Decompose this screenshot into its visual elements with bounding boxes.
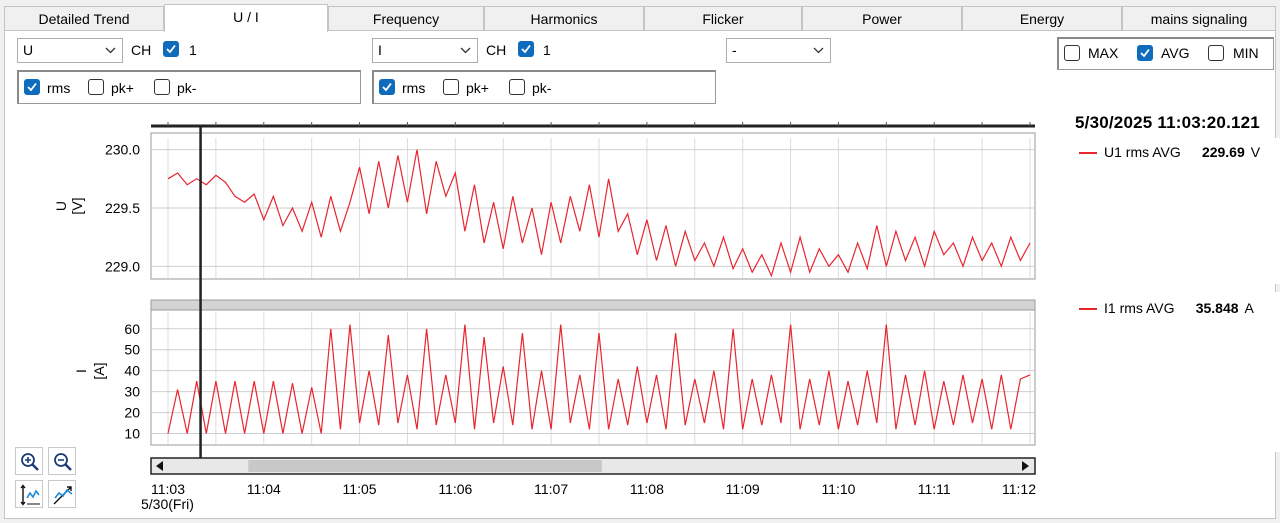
check-icon (1140, 48, 1150, 58)
x-tick-label: 11:10 (821, 481, 855, 497)
legend-value: 229.69 (1201, 144, 1245, 160)
voltage-axis-label-symbol: U (53, 201, 69, 211)
zoom-in-icon (21, 453, 39, 471)
y-tick-label: 229.0 (105, 258, 140, 274)
y-tick-label: 30 (124, 384, 140, 400)
legend-name: I1 rms AVG (1104, 300, 1175, 316)
voltage-y-ticks: 229.0 229.5 230.0 (105, 142, 140, 275)
x-tick-label: 11:12 (1002, 481, 1036, 497)
x-axis-ticks: 11:03 11:04 11:05 11:06 11:07 11:08 11:09 11:10… (151, 481, 1036, 497)
avg-checkbox[interactable] (1137, 45, 1153, 61)
max-label: MAX (1088, 45, 1119, 61)
voltage-legend: U1 rms AVG 229.69 V (1075, 138, 1280, 284)
current-y-ticks: 10 20 30 40 50 60 (124, 321, 140, 442)
legend-item-u1: U1 rms AVG 229.69 V (1079, 143, 1260, 161)
legend-name: U1 rms AVG (1104, 144, 1181, 160)
current-legend: I1 rms AVG 35.848 A (1075, 292, 1280, 452)
auto-scale-y-icon (20, 484, 40, 506)
tab-u-i[interactable]: U / I (164, 4, 328, 32)
zoom-out-icon (54, 453, 72, 471)
min-label: MIN (1233, 45, 1259, 61)
avg-label: AVG (1161, 45, 1190, 61)
trend-chart: 229.0 229.5 230.0 U [V] 10 20 30 40 50 60 I [A]… (53, 122, 1036, 512)
y-tick-label: 20 (124, 405, 140, 421)
zoom-in-button[interactable] (15, 447, 43, 475)
current-axis-label-symbol: I (73, 369, 89, 373)
y-tick-label: 10 (124, 426, 140, 442)
min-checkbox[interactable] (1208, 45, 1224, 61)
legend-unit: A (1244, 300, 1254, 316)
x-tick-label: 11:11 (918, 481, 951, 497)
y-tick-label: 230.0 (105, 142, 140, 158)
zoom-out-button[interactable] (48, 447, 76, 475)
x-axis-date-label: 5/30(Fri) (141, 496, 194, 512)
current-axis-label-unit: [A] (91, 362, 107, 379)
auto-scale-xy-button[interactable] (48, 480, 76, 508)
legend-unit: V (1250, 144, 1261, 160)
legend-swatch (1079, 152, 1097, 155)
x-tick-label: 11:07 (534, 481, 568, 497)
time-ruler[interactable] (151, 122, 1035, 128)
x-tick-label: 11:04 (247, 481, 281, 497)
cursor-timestamp: 5/30/2025 11:03:20.121 (1075, 113, 1260, 132)
auto-scale-y-button[interactable] (15, 480, 43, 508)
legend-item-i1: I1 rms AVG 35.848 A (1079, 299, 1254, 317)
x-tick-label: 11:03 (151, 481, 185, 497)
app-window: Detailed Trend U / I Frequency Harmonics… (0, 0, 1280, 523)
auto-scale-xy-icon (53, 486, 73, 505)
x-tick-label: 11:09 (726, 481, 760, 497)
legend-swatch (1079, 308, 1097, 311)
x-tick-label: 11:08 (630, 481, 664, 497)
current-plot-area[interactable] (150, 309, 1036, 446)
y-tick-label: 60 (124, 321, 140, 337)
current-panel-header (150, 299, 1036, 311)
scrollbar-thumb[interactable] (248, 460, 602, 472)
x-tick-label: 11:06 (438, 481, 472, 497)
voltage-axis-label-unit: [V] (69, 197, 85, 214)
x-tick-label: 11:05 (343, 481, 377, 497)
max-checkbox[interactable] (1064, 45, 1080, 61)
y-tick-label: 40 (124, 363, 140, 379)
tab-mains-signaling[interactable]: mains signaling (1122, 6, 1276, 31)
y-tick-label: 229.5 (105, 200, 140, 216)
y-tick-label: 50 (124, 342, 140, 358)
legend-value: 35.848 (1195, 300, 1239, 316)
